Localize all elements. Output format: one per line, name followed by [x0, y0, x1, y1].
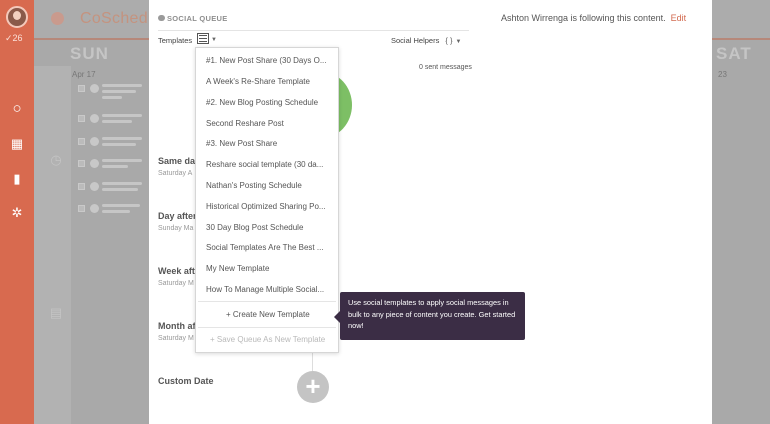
templates-label: Templates [158, 36, 193, 45]
social-queue-label: SOCIAL QUEUE [167, 14, 228, 23]
calendar-item [78, 112, 143, 130]
section-heading: Day after [158, 211, 197, 221]
calendar-item [78, 157, 143, 175]
social-helpers-button[interactable]: Social Helpers { } ▼ [391, 36, 461, 45]
chart-icon[interactable]: ▮ [10, 172, 24, 186]
gear-icon[interactable]: ✲ [10, 206, 24, 220]
social-helpers-label: Social Helpers [391, 36, 440, 45]
template-item[interactable]: Second Reshare Post [206, 119, 334, 128]
day-sat: SAT [716, 44, 752, 63]
calendar-item [78, 202, 143, 220]
braces-icon: { } [445, 36, 453, 45]
calendar-template-icon [197, 33, 209, 44]
section-same-day: Same day Saturday A [158, 156, 200, 177]
day-sun: SUN [70, 44, 109, 63]
date-23: 23 [718, 70, 727, 79]
templates-dropdown: #1. New Post Share (30 Days O... A Week'… [195, 47, 339, 353]
template-item[interactable]: #3. New Post Share [206, 139, 334, 148]
speech-bubble-icon [158, 15, 165, 21]
circle-icon[interactable]: ○ [10, 101, 24, 116]
section-heading: Month af [158, 321, 196, 331]
template-item[interactable]: How To Manage Multiple Social... [206, 285, 334, 294]
document-icon: ▤ [49, 305, 63, 320]
caret-down-icon: ▼ [211, 37, 217, 43]
logo-icon [51, 12, 64, 25]
section-custom-date: Custom Date [158, 376, 214, 386]
template-item[interactable]: Nathan's Posting Schedule [206, 181, 334, 190]
templates-button[interactable]: ▼ [196, 32, 218, 46]
add-message-button[interactable]: + [297, 371, 329, 403]
dropdown-divider [198, 327, 336, 328]
section-month-after: Month af Saturday M [158, 321, 196, 342]
toolbar-divider [158, 30, 469, 31]
calendar-gutter [34, 66, 71, 424]
template-item[interactable]: #2. New Blog Posting Schedule [206, 98, 334, 107]
template-item[interactable]: 30 Day Blog Post Schedule [206, 223, 334, 232]
follow-text: Ashton Wirrenga is following this conten… [501, 13, 666, 23]
follow-status: Ashton Wirrenga is following this conten… [501, 13, 686, 23]
save-queue-template-button[interactable]: + Save Queue As New Template [210, 335, 325, 344]
template-item[interactable]: My New Template [206, 264, 334, 273]
calendar-item [78, 135, 143, 153]
section-heading: Custom Date [158, 376, 214, 386]
social-queue-title: SOCIAL QUEUE [158, 14, 228, 23]
section-week-after: Week aft Saturday M [158, 266, 195, 287]
date-apr17: Apr 17 [72, 70, 96, 79]
task-count: ✓26 [5, 33, 23, 43]
templates-tooltip: Use social templates to apply social mes… [340, 292, 525, 340]
calendar-item [78, 180, 143, 198]
template-item[interactable]: Historical Optimized Sharing Po... [206, 202, 334, 211]
caret-down-icon: ▼ [455, 39, 462, 45]
section-heading: Same day [158, 156, 201, 166]
clock-icon: ◷ [50, 152, 62, 167]
calendar-icon[interactable]: ▦ [10, 137, 24, 151]
section-day-after: Day after Sunday Ma [158, 211, 197, 232]
section-date: Saturday M [158, 335, 194, 342]
section-heading: Week aft [158, 266, 195, 276]
dropdown-divider [198, 301, 336, 302]
template-item[interactable]: Social Templates Are The Best ... [206, 243, 334, 252]
section-date: Saturday M [158, 280, 194, 287]
avatar[interactable] [6, 6, 28, 28]
template-item[interactable]: A Week's Re-Share Template [206, 77, 334, 86]
sent-messages-count: 0 sent messages [419, 64, 472, 71]
template-item[interactable]: #1. New Post Share (30 Days O... [206, 56, 334, 65]
calendar-item [78, 82, 143, 100]
section-date: Sunday Ma [158, 225, 194, 232]
section-date: Saturday A [158, 170, 193, 177]
edit-link[interactable]: Edit [671, 13, 687, 23]
create-template-button[interactable]: + Create New Template [226, 310, 310, 319]
template-item[interactable]: Reshare social template (30 da... [206, 160, 334, 169]
